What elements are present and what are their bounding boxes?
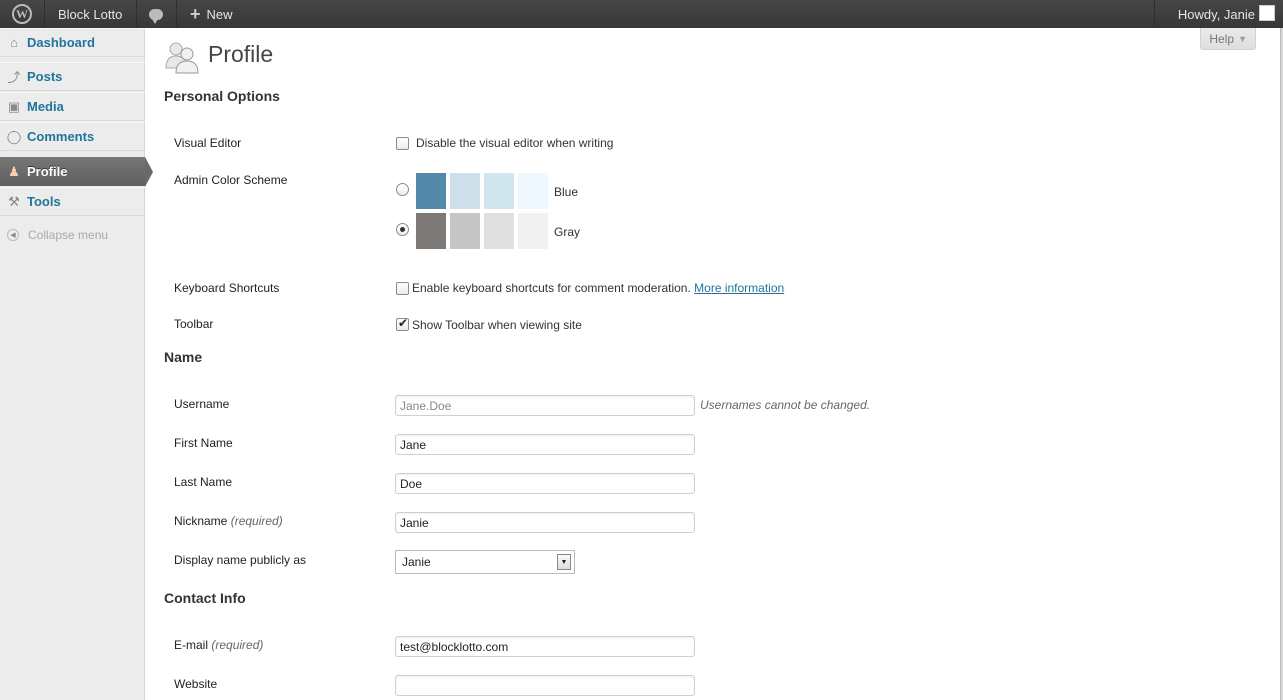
house-icon: ⌂ (10, 35, 18, 50)
contact-info-heading: Contact Info (164, 590, 246, 606)
disable-visual-editor-checkbox[interactable] (396, 137, 409, 150)
show-toolbar-option-label[interactable]: Show Toolbar when viewing site (412, 318, 582, 332)
color-swatch[interactable] (416, 173, 446, 209)
avatar[interactable] (1259, 5, 1275, 21)
tools-icon: ⚒ (8, 193, 20, 209)
new-content-menu[interactable]: + New (190, 0, 233, 28)
sidebar-item-posts[interactable]: ⤴ Posts (0, 62, 145, 91)
sidebar-item-label: Tools (27, 194, 61, 209)
website-field[interactable] (395, 675, 695, 696)
sidebar-item-label: Media (27, 99, 64, 114)
last-name-field[interactable] (395, 473, 695, 494)
wordpress-logo-menu[interactable]: W (0, 0, 44, 28)
plus-icon: + (190, 4, 201, 24)
nickname-label: Nickname (required) (174, 514, 283, 528)
pushpin-icon: ⤴ (7, 70, 21, 85)
sidebar-item-tools[interactable]: ⚒ Tools (0, 187, 145, 216)
collapse-arrow-icon: ◀ (7, 229, 19, 241)
collapse-menu-button[interactable]: ◀ Collapse menu (0, 224, 145, 246)
color-swatch[interactable] (450, 173, 480, 209)
display-name-select[interactable]: Janie ▼ (395, 550, 575, 574)
help-tab-button[interactable]: Help ▼ (1200, 28, 1256, 50)
first-name-label: First Name (174, 436, 233, 450)
color-scheme-gray-radio[interactable] (396, 223, 409, 236)
users-icon (165, 42, 199, 74)
my-account-menu[interactable]: Howdy, Janie (1178, 0, 1255, 28)
sidebar-item-label: Comments (27, 129, 95, 144)
keyboard-shortcuts-option-text[interactable]: Enable keyboard shortcuts for comment mo… (412, 281, 691, 295)
toolbar-divider (136, 0, 137, 28)
display-name-label: Display name publicly as (174, 553, 307, 567)
collapse-menu-label: Collapse menu (28, 228, 109, 242)
username-label: Username (174, 397, 230, 411)
display-name-selected-value: Janie (402, 555, 431, 569)
sidebar-item-label: Posts (27, 69, 63, 84)
website-label: Website (174, 677, 218, 691)
toolbar-divider (1154, 0, 1155, 28)
more-information-link[interactable]: More information (694, 281, 784, 295)
username-description: Usernames cannot be changed. (700, 398, 871, 412)
email-label-text: E-mail (174, 638, 209, 652)
sidebar-item-label: Dashboard (27, 35, 95, 50)
chevron-down-icon: ▼ (1238, 33, 1247, 44)
new-content-label: New (206, 6, 233, 22)
color-swatch[interactable] (450, 213, 480, 249)
help-label: Help (1209, 31, 1235, 46)
toolbar-label: Toolbar (174, 317, 214, 331)
color-swatch[interactable] (484, 173, 514, 209)
color-swatch[interactable] (518, 173, 548, 209)
nickname-field[interactable] (395, 512, 695, 533)
disable-visual-editor-option-label[interactable]: Disable the visual editor when writing (416, 136, 613, 150)
toolbar-divider (44, 0, 45, 28)
color-swatch[interactable] (416, 213, 446, 249)
comment-icon: ◯ (6, 128, 22, 144)
keyboard-shortcuts-option-label: Enable keyboard shortcuts for comment mo… (412, 281, 784, 295)
users-icon: ♟ (8, 163, 20, 179)
email-label: E-mail (required) (174, 638, 263, 652)
keyboard-shortcuts-checkbox[interactable] (396, 282, 409, 295)
email-field[interactable] (395, 636, 695, 657)
chevron-down-icon[interactable]: ▼ (557, 554, 571, 570)
sidebar-item-media[interactable]: ▣ Media (0, 92, 145, 121)
color-swatch[interactable] (518, 213, 548, 249)
sidebar-item-comments[interactable]: ◯ Comments (0, 122, 145, 151)
color-scheme-name[interactable]: Blue (554, 185, 578, 199)
nickname-label-text: Nickname (174, 514, 228, 528)
visual-editor-label: Visual Editor (174, 136, 242, 150)
show-toolbar-checkbox[interactable] (396, 316, 409, 331)
admin-color-scheme-label: Admin Color Scheme (174, 173, 288, 187)
toolbar-divider (176, 0, 177, 28)
main-content: Help ▼ Profile Personal Options Visual E… (145, 28, 1280, 700)
comments-link[interactable] (146, 0, 166, 28)
username-field (395, 395, 695, 416)
wordpress-logo-icon: W (12, 4, 32, 24)
first-name-field[interactable] (395, 434, 695, 455)
last-name-label: Last Name (174, 475, 233, 489)
admin-toolbar: W Block Lotto + New Howdy, Janie (0, 0, 1283, 28)
personal-options-heading: Personal Options (164, 88, 280, 104)
admin-menu: ⌂ Dashboard ⤴ Posts ▣ Media ◯ Comments ♟… (0, 28, 153, 700)
required-note: (required) (230, 514, 283, 528)
required-note: (required) (211, 638, 264, 652)
media-icon: ▣ (7, 98, 21, 114)
sidebar-item-dashboard[interactable]: ⌂ Dashboard (0, 28, 145, 57)
site-name-link[interactable]: Block Lotto (58, 0, 122, 28)
keyboard-shortcuts-label: Keyboard Shortcuts (174, 281, 280, 295)
name-heading: Name (164, 349, 203, 365)
color-scheme-blue-radio[interactable] (396, 183, 409, 196)
sidebar-item-profile[interactable]: ♟ Profile (0, 157, 153, 187)
sidebar-item-label: Profile (27, 164, 68, 179)
color-swatch[interactable] (484, 213, 514, 249)
comment-bubble-icon (149, 8, 163, 24)
color-scheme-name[interactable]: Gray (554, 225, 580, 239)
page-title: Profile (208, 41, 274, 67)
